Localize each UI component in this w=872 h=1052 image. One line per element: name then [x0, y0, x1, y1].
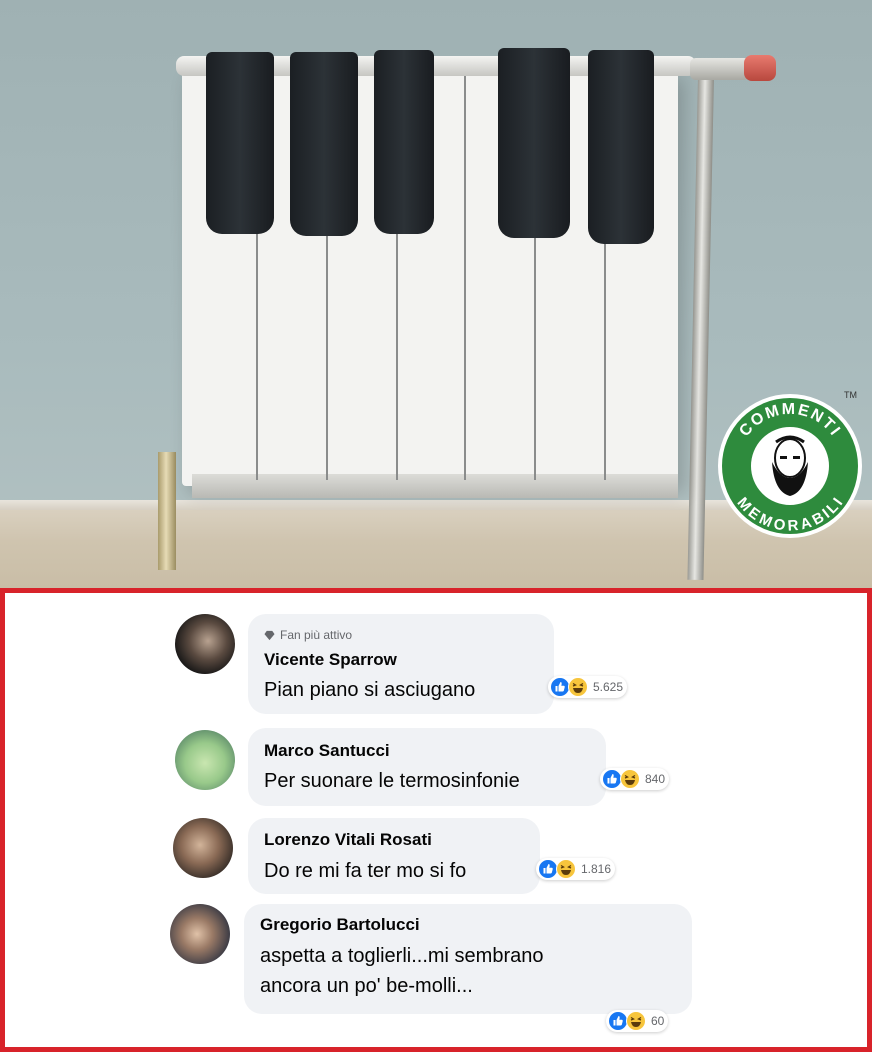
comment-text: Do re mi fa ter mo si fo [264, 860, 467, 882]
comment-text-line-2: ancora un po' be-molli... [260, 975, 473, 997]
radiator-fin [464, 70, 466, 480]
valve-cap [744, 55, 776, 81]
like-icon [538, 859, 558, 879]
comment-text-line-1: aspetta a toglierli...mi sembrano [260, 945, 544, 967]
left-pipe [158, 452, 176, 570]
reaction-count: 1.816 [581, 862, 612, 876]
haha-icon [620, 769, 640, 789]
fan-label: Fan più attivo [280, 628, 353, 642]
reaction-count: 5.625 [593, 680, 624, 694]
sock [588, 50, 654, 244]
reaction-count: 60 [651, 1014, 665, 1028]
sock [374, 50, 434, 234]
haha-icon [626, 1011, 646, 1031]
like-icon [602, 769, 622, 789]
sock [206, 52, 274, 234]
sock [498, 48, 570, 238]
avatar[interactable] [175, 614, 235, 674]
comment-text: Pian piano si asciugano [264, 679, 476, 701]
comment-author[interactable]: Vicente Sparrow [264, 650, 397, 670]
comment-author[interactable]: Gregorio Bartolucci [260, 915, 420, 935]
like-icon [550, 677, 570, 697]
top-fan-badge: Fan più attivo [264, 628, 352, 642]
haha-icon [556, 859, 576, 879]
trademark-mark: TM [844, 390, 857, 400]
meme-photo: COMMENTI MEMORABILI TM [0, 0, 872, 588]
reactions-summary[interactable]: 1.816 [536, 858, 616, 880]
comment-text: Per suonare le termosinfonie [264, 770, 520, 792]
diamond-icon [264, 630, 275, 640]
reactions-summary[interactable]: 840 [600, 768, 670, 790]
reactions-summary[interactable]: 5.625 [548, 676, 628, 698]
like-icon [608, 1011, 628, 1031]
avatar[interactable] [173, 818, 233, 878]
haha-icon [568, 677, 588, 697]
avatar[interactable] [170, 904, 230, 964]
commenti-memorabili-logo: COMMENTI MEMORABILI [718, 394, 862, 538]
reaction-count: 840 [645, 772, 666, 786]
avatar[interactable] [175, 730, 235, 790]
radiator-valve [690, 58, 750, 80]
comment-author[interactable]: Marco Santucci [264, 741, 390, 761]
sock [290, 52, 358, 236]
reactions-summary[interactable]: 60 [606, 1010, 669, 1032]
comment-author[interactable]: Lorenzo Vitali Rosati [264, 830, 432, 850]
